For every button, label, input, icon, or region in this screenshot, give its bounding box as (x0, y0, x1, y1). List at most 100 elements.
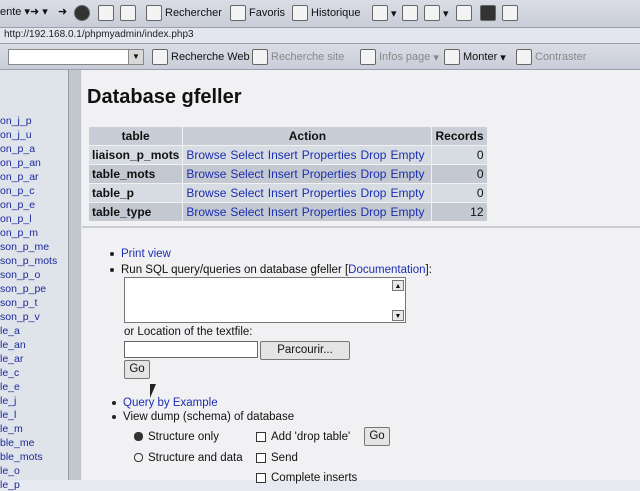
site-search-icon (252, 49, 268, 65)
print-view-link[interactable]: Print view (121, 248, 171, 260)
checkbox-icon[interactable] (256, 472, 266, 483)
sidebar-item[interactable]: le_e (0, 381, 20, 393)
sidebar-item[interactable]: le_j (0, 395, 16, 407)
window-button[interactable] (502, 5, 518, 21)
home-button[interactable] (120, 5, 136, 21)
browse-file-button[interactable]: Parcourir... (260, 341, 350, 360)
checkbox-icon[interactable] (256, 452, 266, 463)
sidebar-item[interactable]: on_p_m (0, 227, 38, 239)
messenger-button[interactable] (480, 5, 496, 21)
sidebar-item[interactable]: on_p_ar (0, 171, 39, 183)
discuss-icon (456, 5, 472, 21)
browse-link[interactable]: Browse (186, 167, 226, 181)
properties-link[interactable]: Properties (302, 167, 357, 181)
select-link[interactable]: Select (230, 186, 263, 200)
select-link[interactable]: Select (230, 148, 263, 162)
search-combo[interactable]: ▼ (8, 49, 144, 65)
sidebar-item[interactable]: le_ar (0, 353, 23, 365)
empty-link[interactable]: Empty (390, 167, 424, 181)
menu-fragment[interactable]: ente ▾ (0, 5, 30, 19)
history-icon (292, 5, 308, 21)
web-search-button[interactable]: Recherche Web (152, 49, 250, 65)
sidebar-item[interactable]: on_p_a (0, 143, 35, 155)
file-path-input[interactable] (124, 341, 258, 358)
back-button[interactable]: ➜ ▾ (30, 5, 48, 18)
select-link[interactable]: Select (230, 205, 263, 219)
contrast-button[interactable]: Contraster (516, 49, 586, 65)
empty-link[interactable]: Empty (390, 148, 424, 162)
properties-link[interactable]: Properties (302, 148, 357, 162)
sidebar-item[interactable]: ble_mots (0, 451, 43, 463)
site-search-button[interactable]: Recherche site (252, 49, 344, 65)
drop-link[interactable]: Drop (360, 167, 386, 181)
checkbox-icon[interactable] (256, 431, 266, 442)
up-button[interactable]: Monter ▾ (444, 49, 506, 65)
structure-data-option[interactable]: Structure and data (134, 452, 243, 464)
sidebar-item[interactable]: le_l (0, 409, 16, 421)
sidebar-item[interactable]: on_p_e (0, 199, 35, 211)
print-button[interactable] (402, 5, 418, 21)
properties-link[interactable]: Properties (302, 186, 357, 200)
documentation-link[interactable]: Documentation (348, 264, 425, 276)
stop-button[interactable] (74, 5, 90, 21)
drop-link[interactable]: Drop (360, 186, 386, 200)
search-button[interactable]: Rechercher (146, 5, 222, 21)
sidebar-item[interactable]: on_p_c (0, 185, 34, 197)
browse-link[interactable]: Browse (186, 186, 226, 200)
query-by-example-link[interactable]: Query by Example (123, 397, 218, 409)
sidebar-item[interactable]: son_p_v (0, 311, 40, 323)
address-text[interactable]: http://192.168.0.1/phpmyadmin/index.php3 (4, 29, 194, 40)
edit-button[interactable]: ▾ (424, 5, 449, 21)
dump-go-button[interactable]: Go (364, 427, 390, 446)
sidebar-item[interactable]: son_p_me (0, 241, 49, 253)
scroll-down-icon[interactable]: ▼ (392, 310, 404, 321)
address-bar[interactable]: http://192.168.0.1/phpmyadmin/index.php3 (0, 28, 640, 44)
drop-link[interactable]: Drop (360, 148, 386, 162)
dropdown-icon[interactable]: ▼ (128, 50, 143, 64)
structure-only-option[interactable]: Structure only (134, 431, 219, 443)
insert-link[interactable]: Insert (268, 205, 298, 219)
insert-link[interactable]: Insert (268, 186, 298, 200)
sidebar-item[interactable]: son_p_mots (0, 255, 57, 267)
insert-link[interactable]: Insert (268, 148, 298, 162)
window-icon (502, 5, 518, 21)
sidebar-item[interactable]: le_p (0, 479, 20, 491)
mail-button[interactable]: ▾ (372, 5, 397, 21)
forward-button[interactable]: ➜ (58, 5, 67, 18)
sidebar-item[interactable]: le_c (0, 367, 19, 379)
select-link[interactable]: Select (230, 167, 263, 181)
browse-link[interactable]: Browse (186, 205, 226, 219)
history-button[interactable]: Historique (292, 5, 361, 21)
sql-query-textarea[interactable] (124, 277, 406, 323)
page-info-button[interactable]: Infos page ▾ (360, 49, 439, 65)
discuss-button[interactable] (456, 5, 472, 21)
sidebar-scrollbar[interactable] (68, 70, 81, 480)
insert-link[interactable]: Insert (268, 167, 298, 181)
sidebar-item[interactable]: on_p_l (0, 213, 32, 225)
go-button[interactable]: Go (124, 360, 150, 379)
sidebar-item[interactable]: le_o (0, 465, 20, 477)
drop-link[interactable]: Drop (360, 205, 386, 219)
properties-link[interactable]: Properties (302, 205, 357, 219)
send-option[interactable]: Send (256, 452, 298, 464)
scroll-up-icon[interactable]: ▲ (392, 280, 404, 291)
sidebar-item[interactable]: le_a (0, 325, 20, 337)
sidebar-item[interactable]: on_j_p (0, 115, 32, 127)
sidebar-item[interactable]: son_p_pe (0, 283, 46, 295)
radio-selected-icon[interactable] (134, 432, 143, 442)
refresh-button[interactable] (98, 5, 114, 21)
radio-icon[interactable] (134, 453, 143, 463)
browse-link[interactable]: Browse (186, 148, 226, 162)
sidebar-item[interactable]: son_p_t (0, 297, 37, 309)
add-drop-table-option[interactable]: Add 'drop table' (256, 431, 350, 443)
complete-inserts-option[interactable]: Complete inserts (256, 472, 357, 484)
empty-link[interactable]: Empty (390, 205, 424, 219)
sidebar-item[interactable]: on_p_an (0, 157, 41, 169)
sidebar-item[interactable]: le_an (0, 339, 26, 351)
sidebar-item[interactable]: le_m (0, 423, 23, 435)
sidebar-item[interactable]: son_p_o (0, 269, 40, 281)
favorites-button[interactable]: Favoris (230, 5, 285, 21)
sidebar-item[interactable]: on_j_u (0, 129, 32, 141)
sidebar-item[interactable]: ble_me (0, 437, 34, 449)
empty-link[interactable]: Empty (390, 186, 424, 200)
